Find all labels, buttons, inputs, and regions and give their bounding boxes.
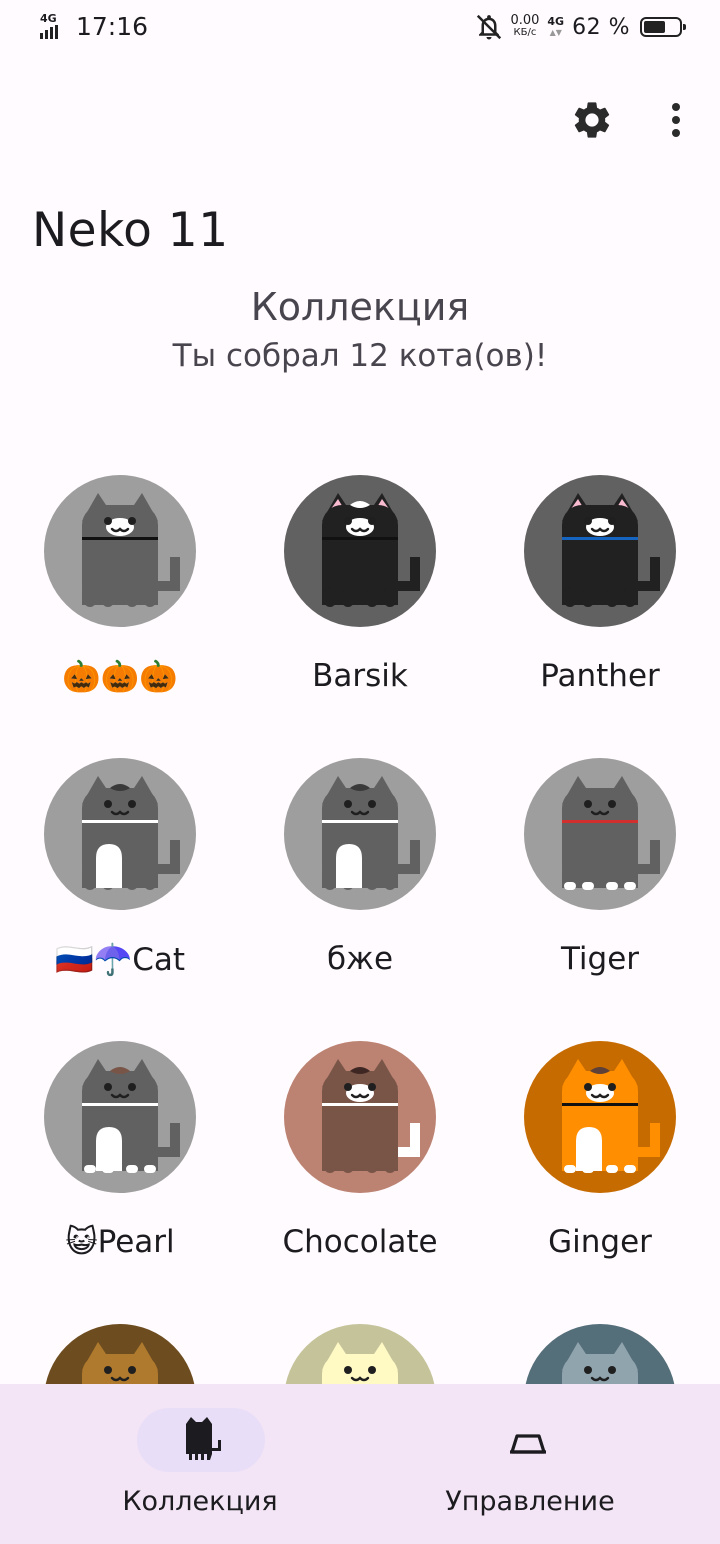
cat-name: Ginger — [548, 1224, 652, 1260]
status-right: 0.00 КБ/с 4G ▲▼ 62 % — [474, 12, 686, 42]
cat-avatar — [284, 758, 436, 910]
cat-icon — [284, 1324, 436, 1384]
cat-avatar — [284, 1324, 436, 1384]
data-speed: 0.00 КБ/с — [510, 13, 540, 39]
cat-icon — [44, 758, 196, 910]
bell-off-icon — [477, 14, 502, 40]
cat-icon — [284, 1041, 436, 1193]
cat-name: 😺Pearl — [65, 1224, 175, 1260]
cat-card[interactable]: Barsik — [240, 430, 480, 713]
cat-avatar — [44, 475, 196, 627]
cat-card[interactable] — [480, 1279, 720, 1384]
battery-icon — [640, 17, 686, 37]
status-bar: 4G 17:16 0.00 КБ/с 4G ▲▼ 62 % — [0, 0, 720, 58]
nav-item-controls[interactable]: Управление — [350, 1384, 710, 1544]
cat-name: Panther — [540, 658, 660, 694]
cat-card[interactable]: Panther — [480, 430, 720, 713]
cat-card[interactable]: 🎃🎃🎃 — [0, 430, 240, 713]
more-vert-icon[interactable] — [660, 98, 692, 142]
nav-label-controls: Управление — [445, 1486, 615, 1517]
network-type-2: 4G ▲▼ — [547, 16, 564, 38]
battery-fill — [644, 21, 665, 33]
cat-card[interactable]: Ginger — [480, 996, 720, 1279]
cat-avatar — [44, 1041, 196, 1193]
cat-icon — [284, 475, 436, 627]
cat-icon — [44, 475, 196, 627]
battery-percent: 62 % — [572, 14, 630, 40]
cat-icon — [186, 1417, 221, 1460]
gear-icon[interactable] — [570, 98, 614, 142]
nav-item-collection[interactable]: Коллекция — [10, 1384, 370, 1544]
status-left: 4G 17:16 — [38, 12, 148, 41]
cat-card[interactable]: бже — [240, 713, 480, 996]
cat-avatar — [44, 758, 196, 910]
collection-title: Коллекция — [250, 285, 470, 329]
data-speed-unit: КБ/с — [513, 27, 537, 38]
cat-name: Barsik — [312, 658, 408, 694]
food-bowl-icon — [510, 1434, 546, 1454]
collection-subtitle: Ты собрал 12 кота(ов)! — [172, 338, 548, 374]
signal-icon: 4G — [38, 13, 68, 41]
cat-name: 🇷🇺☂️Cat — [55, 942, 185, 978]
cat-icon — [524, 758, 676, 910]
cat-avatar — [524, 475, 676, 627]
nav-label-collection: Коллекция — [122, 1486, 278, 1517]
cat-icon — [44, 1324, 196, 1384]
cat-card[interactable]: Chocolate — [240, 996, 480, 1279]
cat-card[interactable]: Tiger — [480, 713, 720, 996]
cat-avatar — [284, 1041, 436, 1193]
cat-card[interactable]: 😺Pearl — [0, 996, 240, 1279]
cat-avatar — [524, 758, 676, 910]
cat-avatar — [284, 475, 436, 627]
cat-icon — [524, 475, 676, 627]
cat-avatar — [524, 1324, 676, 1384]
cat-grid: 🎃🎃🎃 Barsik Panther 🇷🇺☂️Cat бже Tiger 😺Pearl Cho… — [0, 430, 720, 1384]
app-title: Neko 11 — [32, 203, 229, 258]
cat-icon — [284, 758, 436, 910]
bottom-navigation: Коллекция Управление — [0, 1384, 720, 1544]
cat-card[interactable]: 🇷🇺☂️Cat — [0, 713, 240, 996]
clock: 17:16 — [76, 12, 149, 41]
cat-card[interactable] — [0, 1279, 240, 1384]
cat-name: бже — [326, 941, 394, 977]
cat-name: Chocolate — [282, 1224, 438, 1260]
cat-name: 🎃🎃🎃 — [62, 659, 178, 695]
network-type: 4G — [40, 11, 57, 25]
cat-name: Tiger — [560, 941, 640, 977]
cat-avatar — [44, 1324, 196, 1384]
data-speed-value: 0.00 — [510, 13, 540, 28]
cat-icon — [524, 1041, 676, 1193]
cat-avatar — [524, 1041, 676, 1193]
cat-icon — [44, 1041, 196, 1193]
cat-card[interactable] — [240, 1279, 480, 1384]
transfer-arrows-icon: ▲▼ — [549, 28, 562, 37]
cat-icon — [524, 1324, 676, 1384]
